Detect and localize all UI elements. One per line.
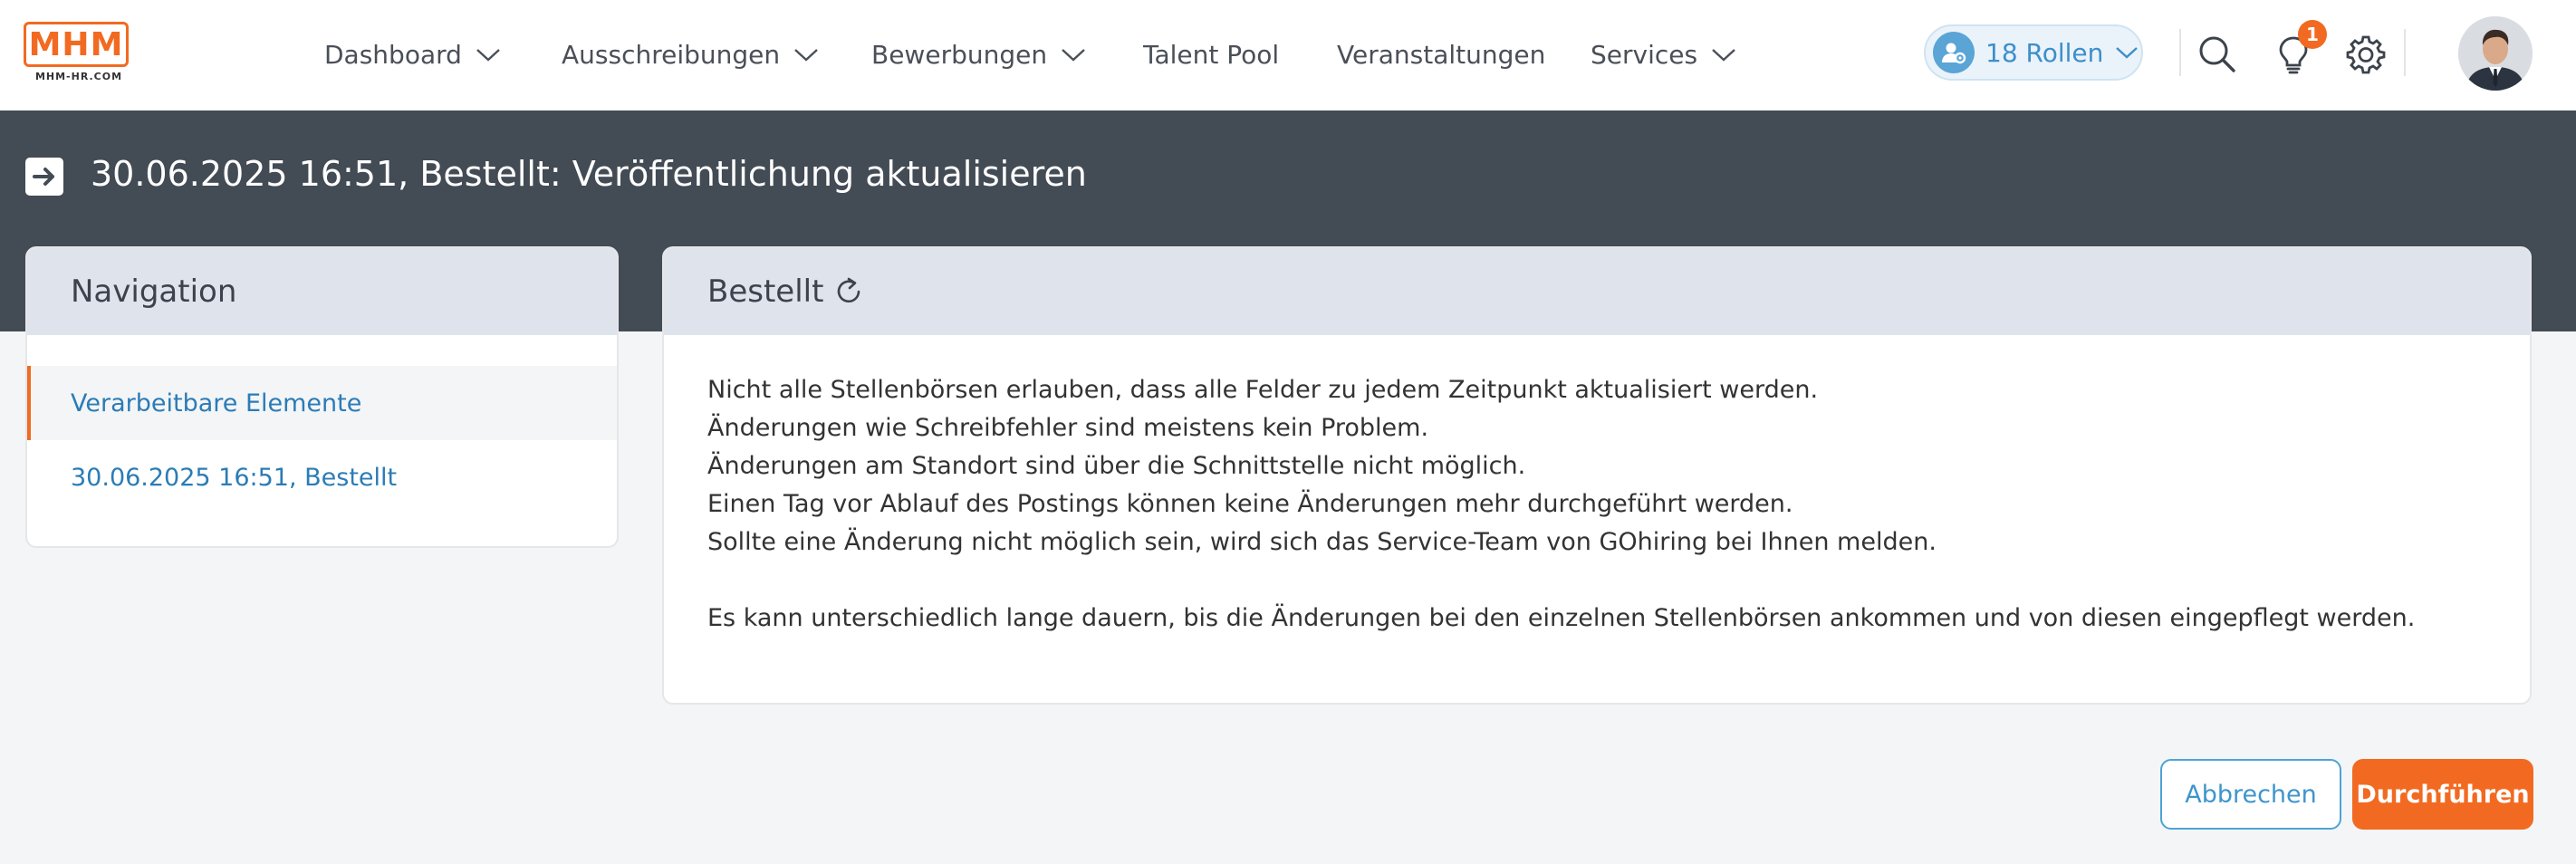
nav-ausschreibungen[interactable]: Ausschreibungen xyxy=(562,36,820,72)
cancel-button[interactable]: Abbrechen xyxy=(2160,759,2341,830)
avatar[interactable] xyxy=(2458,16,2533,91)
nav-bewerbungen-label: Bewerbungen xyxy=(871,39,1048,70)
info-line: Änderungen am Standort sind über die Sch… xyxy=(707,452,1526,480)
main-panel-title: Bestellt xyxy=(707,274,824,310)
roles-label: 18 Rollen xyxy=(1985,37,2104,68)
nav-link-bestellt[interactable]: 30.06.2025 16:51, Bestellt xyxy=(27,440,617,514)
search-button[interactable] xyxy=(2196,33,2239,76)
roles-selector[interactable]: 18 Rollen xyxy=(1924,24,2143,81)
gear-icon xyxy=(2346,35,2386,74)
nav-dashboard[interactable]: Dashboard xyxy=(324,36,502,72)
divider xyxy=(2404,29,2406,76)
chevron-down-icon xyxy=(1062,49,1085,62)
top-navigation-bar: MHM MHM-HR.COM Dashboard Ausschreibungen… xyxy=(0,0,2576,110)
nav-services-label: Services xyxy=(1591,39,1698,70)
user-gear-icon xyxy=(1933,32,1975,73)
arrow-right-icon xyxy=(25,158,63,196)
chevron-down-icon xyxy=(476,49,500,62)
chevron-down-icon xyxy=(794,49,818,62)
logo-mark: MHM xyxy=(24,22,129,67)
navigation-panel-title: Navigation xyxy=(27,248,617,335)
nav-dashboard-label: Dashboard xyxy=(324,39,462,70)
main-panel-header: Bestellt xyxy=(664,248,2530,335)
nav-ausschreibungen-label: Ausschreibungen xyxy=(562,39,781,70)
settings-button[interactable] xyxy=(2344,33,2388,76)
user-avatar-icon xyxy=(2458,16,2533,91)
page-title: 30.06.2025 16:51, Bestellt: Veröffentlic… xyxy=(91,154,1087,194)
chevron-down-icon xyxy=(2116,47,2139,59)
nav-link-label: Verarbeitbare Elemente xyxy=(71,389,362,418)
nav-veranstaltungen[interactable]: Veranstaltungen xyxy=(1337,36,1545,72)
nav-talent-pool[interactable]: Talent Pool xyxy=(1143,36,1279,72)
logo-subtext: MHM-HR.COM xyxy=(34,71,123,82)
info-line: Sollte eine Änderung nicht möglich sein,… xyxy=(707,528,1937,556)
search-icon xyxy=(2199,36,2235,72)
navigation-panel: Navigation Verarbeitbare Elemente 30.06.… xyxy=(25,246,619,548)
info-line: Es kann unterschiedlich lange dauern, bi… xyxy=(707,604,2416,632)
notification-badge: 1 xyxy=(2298,20,2327,49)
nav-link-verarbeitbare-elemente[interactable]: Verarbeitbare Elemente xyxy=(27,366,617,440)
chevron-down-icon xyxy=(1712,49,1735,62)
company-logo[interactable]: MHM MHM-HR.COM xyxy=(24,22,134,87)
info-line: Änderungen wie Schreibfehler sind meiste… xyxy=(707,414,1429,442)
info-line: Einen Tag vor Ablauf des Postings können… xyxy=(707,490,1793,518)
nav-link-label: 30.06.2025 16:51, Bestellt xyxy=(71,463,398,492)
info-line: Nicht alle Stellenbörsen erlauben, dass … xyxy=(707,376,1819,404)
divider xyxy=(2179,29,2181,76)
nav-talent-pool-label: Talent Pool xyxy=(1143,39,1280,70)
nav-veranstaltungen-label: Veranstaltungen xyxy=(1337,39,1546,70)
main-panel: Bestellt Nicht alle Stellenbörsen erlaub… xyxy=(662,246,2532,705)
refresh-icon xyxy=(838,277,860,303)
execute-button[interactable]: Durchführen xyxy=(2352,759,2533,830)
nav-bewerbungen[interactable]: Bewerbungen xyxy=(871,36,1087,72)
main-panel-content: Nicht alle Stellenbörsen erlauben, dass … xyxy=(664,335,2530,638)
nav-services[interactable]: Services xyxy=(1591,36,1737,72)
